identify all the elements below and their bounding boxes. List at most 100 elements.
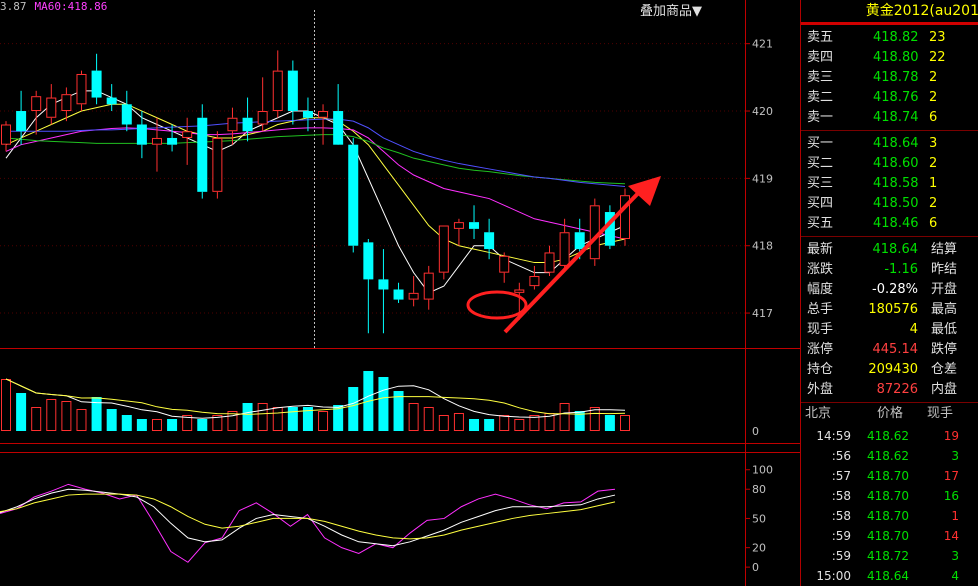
price-tick-label: 419 [752, 172, 773, 185]
quote-value: 209430 [868, 362, 918, 377]
ask-row[interactable]: 卖四 418.80 22 [801, 48, 978, 68]
candle[interactable] [302, 97, 313, 132]
candle-body [333, 111, 344, 145]
candle-body [61, 94, 72, 112]
candle[interactable] [348, 137, 359, 253]
tick-qty: 3 [951, 549, 959, 563]
bid-row[interactable]: 买二 418.60 2 [801, 154, 978, 174]
candle[interactable] [106, 84, 117, 112]
candle-body [363, 242, 374, 280]
candle[interactable] [620, 188, 630, 246]
candle[interactable] [1, 121, 11, 152]
candle[interactable] [31, 90, 42, 135]
candle-body [136, 124, 147, 145]
tick-qty: 4 [951, 569, 959, 583]
candle[interactable] [257, 77, 268, 132]
ask-row[interactable]: 卖三 418.78 2 [801, 68, 978, 88]
candle[interactable] [408, 276, 419, 307]
candle[interactable] [318, 104, 329, 145]
bid-volume: 1 [929, 176, 938, 191]
tick-qty: 17 [943, 469, 959, 483]
quote-label: 涨跌 [807, 262, 834, 277]
tick-row[interactable]: :58 418.70 16 [801, 486, 978, 506]
ask-row[interactable]: 卖一 418.74 6 [801, 108, 978, 128]
volume-bar [106, 409, 117, 431]
price-tick-label: 420 [752, 105, 773, 118]
candle[interactable] [182, 117, 193, 165]
tick-row[interactable]: 14:59 418.62 19 [801, 426, 978, 446]
volume-bar [257, 403, 268, 431]
tick-row[interactable]: :59 418.70 14 [801, 526, 978, 546]
candle[interactable] [212, 131, 223, 199]
candle[interactable] [227, 107, 238, 145]
moving-average-lines [5, 90, 626, 294]
bid-label: 买五 [807, 216, 834, 231]
candle[interactable] [378, 249, 389, 334]
volume-bar [559, 403, 570, 431]
quote-row: 涨跌 -1.16 昨结 [801, 260, 978, 280]
ask-label: 卖二 [807, 90, 834, 105]
bid-row[interactable]: 买五 418.46 6 [801, 214, 978, 234]
candle[interactable] [529, 265, 540, 290]
candle[interactable] [393, 282, 404, 303]
candle-body [106, 97, 117, 105]
candle-body [348, 144, 359, 246]
overlay-product-button[interactable]: 叠加商品▼ [640, 0, 702, 19]
candle[interactable] [499, 252, 510, 283]
oscillator-tick-label: 20 [752, 542, 766, 555]
candle[interactable] [469, 205, 480, 239]
volume-axis: 0 [752, 425, 759, 438]
candle[interactable] [544, 245, 555, 277]
candle[interactable] [167, 124, 178, 152]
ask-row[interactable]: 卖二 418.76 2 [801, 88, 978, 108]
ticks-header: 北京 价格 现手 [801, 404, 978, 424]
candle[interactable] [91, 53, 102, 105]
ask-price: 418.74 [873, 110, 919, 125]
tick-price: 418.64 [867, 569, 909, 583]
candlesticks[interactable] [1, 50, 630, 334]
quote-label: 幅度 [807, 282, 834, 297]
candle[interactable] [121, 90, 132, 132]
candle[interactable] [453, 218, 464, 246]
candle-body [121, 104, 132, 125]
candle-body [302, 111, 313, 118]
tick-row[interactable]: 15:00 418.64 4 [801, 566, 978, 586]
ask-row[interactable]: 卖五 418.82 23 [801, 28, 978, 48]
volume-bar [484, 419, 495, 431]
candle[interactable] [438, 225, 449, 280]
candle[interactable] [287, 60, 298, 125]
ask-label: 卖四 [807, 50, 834, 65]
tick-row[interactable]: :58 418.70 1 [801, 506, 978, 526]
tick-row[interactable]: :59 418.72 3 [801, 546, 978, 566]
bid-row[interactable]: 买一 418.64 3 [801, 134, 978, 154]
tick-row[interactable]: :57 418.70 17 [801, 466, 978, 486]
candle-body [469, 222, 480, 229]
candle-body [212, 137, 223, 192]
candle[interactable] [197, 104, 208, 199]
candle-body [182, 131, 193, 138]
volume-bar [151, 419, 162, 431]
highlight-ellipse [466, 290, 528, 320]
candle[interactable] [423, 265, 434, 310]
candle-body [31, 96, 42, 112]
volume-bar [620, 415, 630, 431]
candle-body [1, 124, 11, 145]
kline-chart[interactable]: 421 420 419 418 417 0 100 80 50 20 0 [0, 0, 800, 586]
candle[interactable] [76, 70, 87, 112]
candle[interactable] [363, 238, 374, 334]
ma-line [5, 127, 626, 240]
candle[interactable] [136, 111, 147, 159]
volume-bar [76, 409, 87, 431]
bid-row[interactable]: 买三 418.58 1 [801, 174, 978, 194]
candle-body [16, 111, 27, 132]
tick-price: 418.72 [867, 549, 909, 563]
candle-body [438, 225, 449, 273]
candle[interactable] [46, 84, 57, 125]
tick-row[interactable]: :56 418.62 3 [801, 446, 978, 466]
oscillator-tick-label: 0 [752, 561, 759, 574]
candle-body [257, 111, 268, 125]
candle[interactable] [333, 84, 344, 145]
bid-row[interactable]: 买四 418.50 2 [801, 194, 978, 214]
candle-body [287, 70, 298, 112]
candle[interactable] [272, 50, 283, 118]
